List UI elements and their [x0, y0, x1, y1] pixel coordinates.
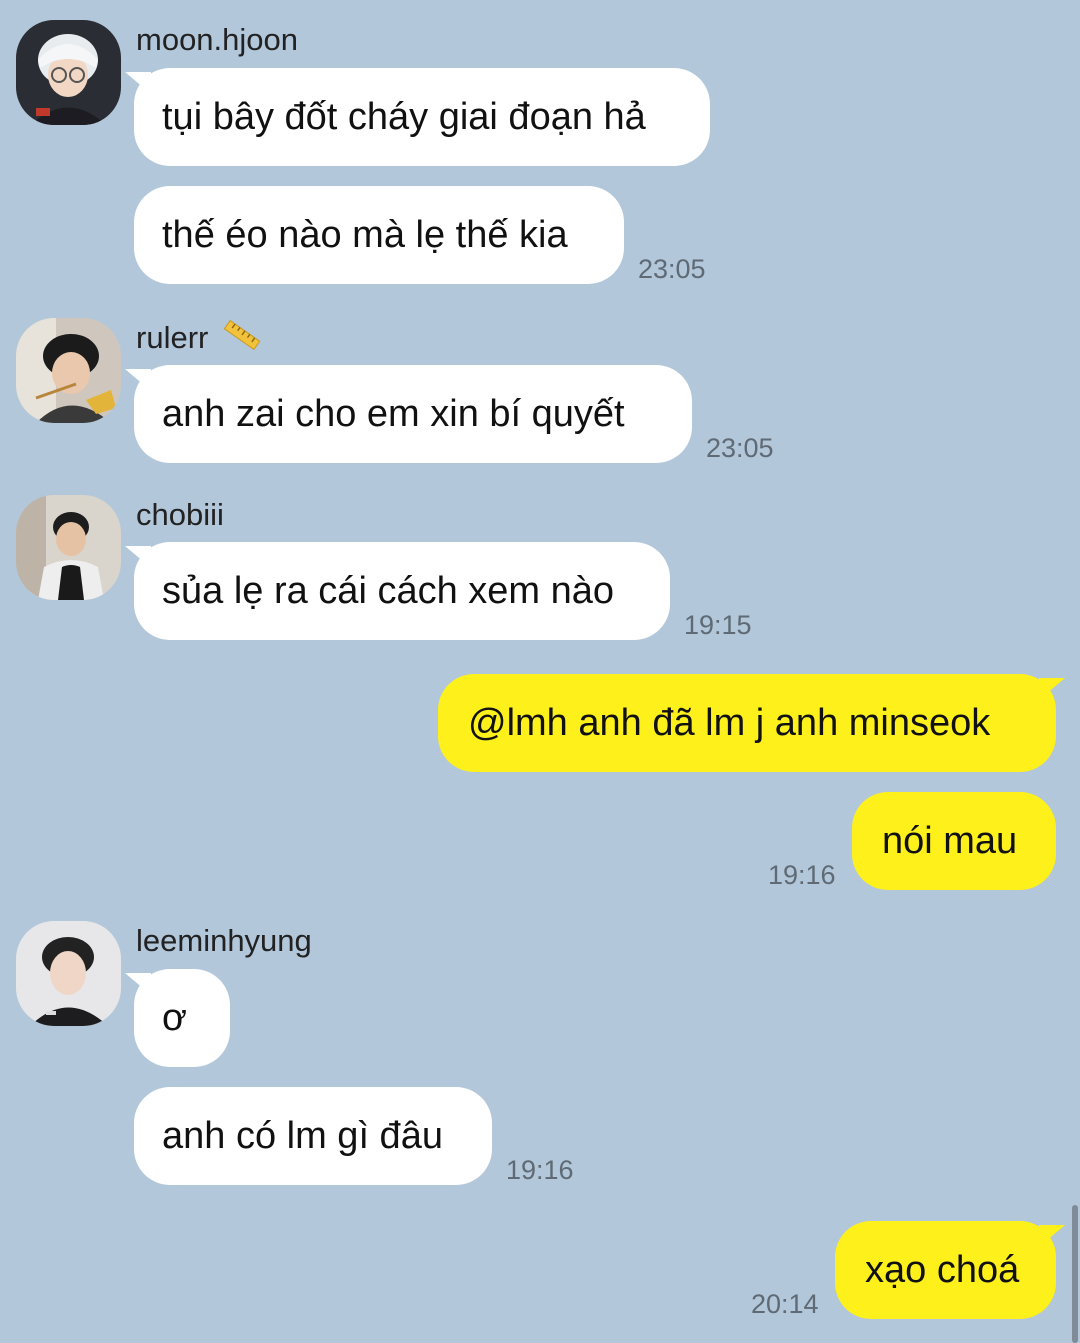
ruler-icon: [223, 320, 261, 350]
scrollbar[interactable]: [1072, 1205, 1078, 1343]
message-text: tụi bây đốt cháy giai đoạn hả: [162, 95, 646, 138]
avatar-chobiii[interactable]: [16, 495, 121, 600]
message-timestamp: 19:16: [768, 860, 836, 890]
message-timestamp: 23:05: [706, 433, 774, 463]
message-text: anh có lm gì đâu: [162, 1114, 443, 1157]
message-bubble-outgoing[interactable]: @lmh anh đã lm j anh minseok: [438, 674, 1065, 772]
sender-name: chobiii: [136, 497, 224, 532]
message-bubble[interactable]: anh zai cho em xin bí quyết: [125, 365, 692, 463]
sender-name: rulerr: [136, 320, 209, 355]
message-text: @lmh anh đã lm j anh minseok: [468, 701, 991, 744]
message-bubble[interactable]: thế éo nào mà lẹ thế kia: [134, 186, 624, 284]
message-timestamp: 23:05: [638, 254, 706, 284]
message-text: sủa lẹ ra cái cách xem nào: [162, 569, 615, 612]
sender-name: leeminhyung: [136, 923, 312, 958]
sender-name: moon.hjoon: [136, 22, 299, 57]
message-bubble[interactable]: ơ: [125, 969, 230, 1067]
message-text: thế éo nào mà lẹ thế kia: [162, 213, 568, 256]
avatar-rulerr[interactable]: [16, 318, 121, 423]
message-bubble[interactable]: sủa lẹ ra cái cách xem nào: [125, 542, 670, 640]
message-timestamp: 20:14: [751, 1289, 819, 1319]
message-text: xạo choá: [865, 1248, 1020, 1291]
message-bubble-outgoing[interactable]: nói mau: [852, 792, 1056, 890]
message-text: nói mau: [882, 819, 1018, 862]
message-text: anh zai cho em xin bí quyết: [162, 392, 625, 435]
message-timestamp: 19:16: [506, 1155, 574, 1185]
message-bubble[interactable]: tụi bây đốt cháy giai đoạn hả: [125, 68, 710, 166]
message-bubble-outgoing[interactable]: xạo choá: [835, 1221, 1065, 1319]
message-text: ơ: [162, 996, 187, 1039]
message-bubble[interactable]: anh có lm gì đâu: [134, 1087, 492, 1185]
avatar-moon-hjoon[interactable]: [16, 20, 121, 125]
message-timestamp: 19:15: [684, 610, 752, 640]
avatar-leeminhyung[interactable]: [16, 921, 121, 1026]
